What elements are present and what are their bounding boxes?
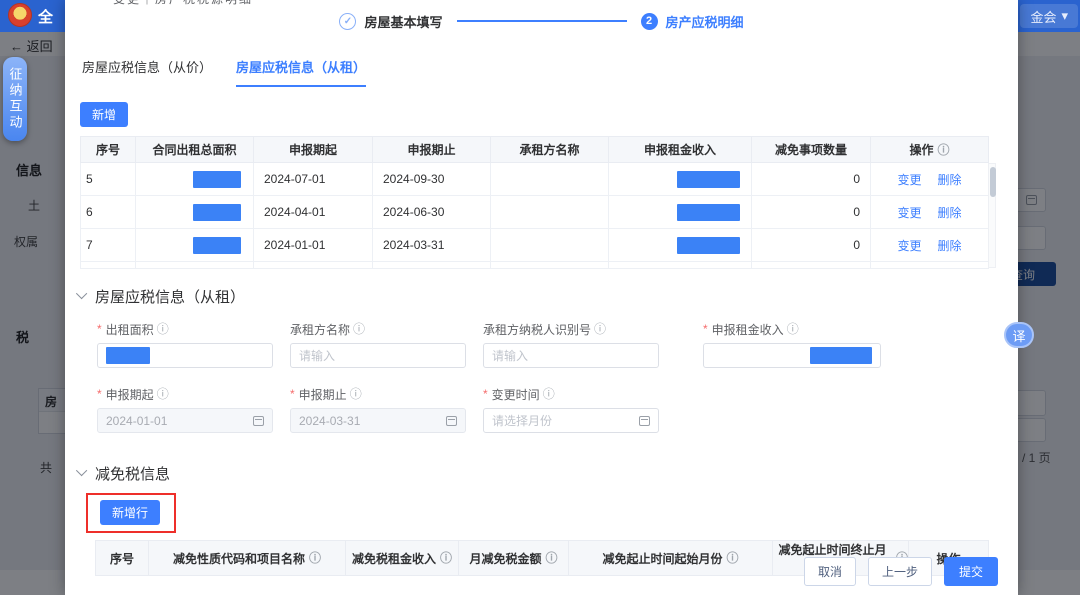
info-icon: ⓘ xyxy=(594,323,606,335)
tax-bureau-logo-icon xyxy=(8,3,32,27)
redacted-income-value xyxy=(677,237,740,254)
org-name-partial: 金会 xyxy=(1030,7,1056,26)
redacted-income-value xyxy=(810,347,872,364)
site-title-partial: 全 xyxy=(38,6,53,27)
info-icon: ⓘ xyxy=(727,552,739,564)
chevron-down-icon xyxy=(76,288,87,299)
previous-step-button[interactable]: 上一步 xyxy=(868,557,932,586)
change-month-input[interactable]: 请选择月份 xyxy=(483,408,659,433)
calendar-icon xyxy=(639,416,650,426)
period-start-field: *申报期起ⓘ 2024-01-01 xyxy=(97,387,273,433)
info-icon: ⓘ xyxy=(546,552,558,564)
redacted-area-value xyxy=(193,237,241,254)
interaction-side-tab[interactable]: 征纳互动 xyxy=(3,57,27,141)
period-start-input[interactable]: 2024-01-01 xyxy=(97,408,273,433)
delete-link[interactable]: 删除 xyxy=(938,206,962,220)
redacted-area-value xyxy=(106,347,150,364)
required-marker: * xyxy=(483,387,488,401)
change-link[interactable]: 变更 xyxy=(897,173,921,187)
table-row: 5 2024-07-01 2024-09-30 0 变更删除 xyxy=(81,163,989,196)
add-row-button[interactable]: 新增行 xyxy=(100,500,160,525)
period-end-field: *申报期止ⓘ 2024-03-31 xyxy=(290,387,466,433)
calendar-icon xyxy=(446,416,457,426)
calendar-icon xyxy=(253,416,264,426)
change-month-field: *变更时间ⓘ 请选择月份 xyxy=(483,387,659,433)
step-2: 2 房产应税明细 xyxy=(641,12,744,31)
step1-label: 房屋基本填写 xyxy=(364,12,442,31)
rent-records-table: 序号 合同出租总面积 申报期起 申报期止 承租方名称 申报租金收入 减免事项数量… xyxy=(80,136,996,269)
step1-check-icon: ✓ xyxy=(339,13,356,30)
stepper-connector xyxy=(457,20,627,22)
required-marker: * xyxy=(703,322,708,336)
table-row-clipped xyxy=(81,262,989,269)
redacted-area-value xyxy=(193,204,241,221)
rent-income-field: *申报租金收入ⓘ xyxy=(703,322,881,368)
scrollbar-thumb[interactable] xyxy=(990,167,996,197)
step2-label: 房产应税明细 xyxy=(666,12,744,31)
submit-button[interactable]: 提交 xyxy=(944,557,998,586)
redacted-income-value xyxy=(677,171,740,188)
required-marker: * xyxy=(97,322,102,336)
table-row: 6 2024-04-01 2024-06-30 0 变更删除 xyxy=(81,196,989,229)
change-link[interactable]: 变更 xyxy=(897,206,921,220)
table-row: 7 2024-01-01 2024-03-31 0 变更删除 xyxy=(81,229,989,262)
caret-down-icon: ▾ xyxy=(1061,8,1068,24)
chevron-down-icon xyxy=(76,465,87,476)
info-icon: ⓘ xyxy=(157,388,169,400)
annotation-highlight-box: 新增行 xyxy=(86,493,176,533)
info-icon: ⓘ xyxy=(938,144,950,156)
info-icon: ⓘ xyxy=(543,388,555,400)
org-account-dropdown[interactable]: 金会 ▾ xyxy=(1020,4,1078,28)
lessee-taxid-field: 承租方纳税人识别号ⓘ xyxy=(483,322,659,368)
section-header-reduction-info[interactable]: 减免税信息 xyxy=(79,463,1018,484)
modal-title-clipped: 变更｜房产税税源明细 xyxy=(113,0,253,7)
rent-income-input[interactable] xyxy=(703,343,881,368)
required-marker: * xyxy=(290,387,295,401)
info-icon: ⓘ xyxy=(309,552,321,564)
property-tax-detail-modal: 变更｜房产税税源明细 ✓ 房屋基本填写 2 房产应税明细 房屋应税信息（从价） … xyxy=(65,0,1018,595)
form-row-2: *申报期起ⓘ 2024-01-01 *申报期止ⓘ 2024-03-31 *变更时… xyxy=(97,387,1018,433)
required-marker: * xyxy=(97,387,102,401)
step-1: ✓ 房屋基本填写 xyxy=(339,12,442,31)
tab-ad-valorem[interactable]: 房屋应税信息（从价） xyxy=(82,57,212,87)
delete-link[interactable]: 删除 xyxy=(938,239,962,253)
delete-link[interactable]: 删除 xyxy=(938,173,962,187)
period-end-input[interactable]: 2024-03-31 xyxy=(290,408,466,433)
info-icon: ⓘ xyxy=(440,552,452,564)
change-link[interactable]: 变更 xyxy=(897,239,921,253)
form-row-1: *出租面积ⓘ 承租方名称ⓘ 承租方纳税人识别号ⓘ *申报租金收入ⓘ xyxy=(97,322,1018,368)
section-header-rent-info[interactable]: 房屋应税信息（从租） xyxy=(79,286,1018,307)
step2-number-badge: 2 xyxy=(641,13,658,30)
tab-bar: 房屋应税信息（从价） 房屋应税信息（从租） xyxy=(82,57,1018,87)
lessee-name-field: 承租方名称ⓘ xyxy=(290,322,466,368)
lessee-name-input[interactable] xyxy=(299,349,457,363)
info-icon: ⓘ xyxy=(787,323,799,335)
info-icon: ⓘ xyxy=(353,323,365,335)
add-button[interactable]: 新增 xyxy=(80,102,128,127)
table-vertical-scrollbar[interactable] xyxy=(988,163,996,268)
rent-area-field: *出租面积ⓘ xyxy=(97,322,273,368)
info-icon: ⓘ xyxy=(157,323,169,335)
modal-footer: 取消 上一步 提交 xyxy=(804,557,998,586)
lessee-taxid-input[interactable] xyxy=(492,349,650,363)
rent-area-input[interactable] xyxy=(97,343,273,368)
table1-header-row: 序号 合同出租总面积 申报期起 申报期止 承租方名称 申报租金收入 减免事项数量… xyxy=(81,137,989,163)
cancel-button[interactable]: 取消 xyxy=(804,557,856,586)
tab-from-rent[interactable]: 房屋应税信息（从租） xyxy=(236,57,366,87)
stepper: ✓ 房屋基本填写 2 房产应税明细 xyxy=(65,10,1018,32)
info-icon: ⓘ xyxy=(350,388,362,400)
translate-button[interactable]: 译 xyxy=(1004,322,1034,348)
redacted-income-value xyxy=(677,204,740,221)
redacted-area-value xyxy=(193,171,241,188)
